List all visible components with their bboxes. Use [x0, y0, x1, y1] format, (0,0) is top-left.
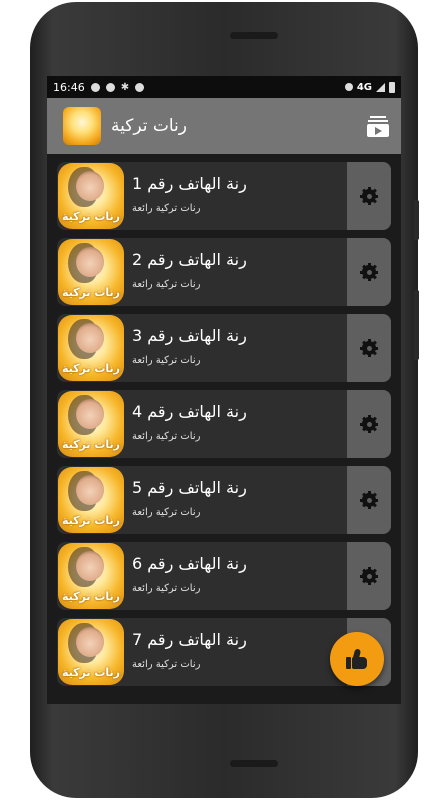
- ringtone-title: رنة الهاتف رقم 5: [132, 478, 247, 497]
- network-type: 4G: [356, 81, 372, 93]
- ringtone-thumbnail: رنات تركية: [58, 391, 124, 457]
- ringtone-info: رنة الهاتف رقم 1 رنات تركية رائعة: [124, 162, 347, 230]
- ringtone-info: رنة الهاتف رقم 5 رنات تركية رائعة: [124, 466, 347, 534]
- speaker-grille-top: [230, 32, 278, 39]
- thumbnail-text: رنات تركية: [61, 210, 120, 223]
- ringtone-thumbnail: رنات تركية: [58, 239, 124, 305]
- ringtone-subtitle: رنات تركية رائعة: [132, 203, 201, 214]
- ringtone-thumbnail: رنات تركية: [58, 163, 124, 229]
- ringtone-title: رنة الهاتف رقم 1: [132, 174, 247, 193]
- gear-icon: [360, 415, 378, 433]
- ringtone-title: رنة الهاتف رقم 7: [132, 630, 247, 649]
- thumbnail-text: رنات تركية: [61, 286, 120, 299]
- ringtone-title: رنة الهاتف رقم 2: [132, 250, 247, 269]
- ringtone-info: رنة الهاتف رقم 4 رنات تركية رائعة: [124, 390, 347, 458]
- gear-icon: [360, 263, 378, 281]
- notification-icon: [90, 82, 100, 92]
- status-bar: 16:46 ✱ 4G: [47, 76, 401, 98]
- power-button: [414, 200, 419, 240]
- ringtone-info: رنة الهاتف رقم 7 رنات تركية رائعة: [124, 618, 347, 686]
- ringtone-card[interactable]: رنات تركية رنة الهاتف رقم 1 رنات تركية رائ…: [57, 162, 391, 230]
- ringtone-subtitle: رنات تركية رائعة: [132, 583, 201, 594]
- thumbnail-text: رنات تركية: [61, 590, 120, 603]
- settings-button[interactable]: [347, 542, 391, 610]
- ringtone-thumbnail: رنات تركية: [58, 619, 124, 685]
- ringtone-title: رنة الهاتف رقم 4: [132, 402, 247, 421]
- battery-icon: [389, 81, 395, 93]
- ringtone-subtitle: رنات تركية رائعة: [132, 431, 201, 442]
- settings-button[interactable]: [347, 162, 391, 230]
- ringtone-title: رنة الهاتف رقم 3: [132, 326, 247, 345]
- ringtone-thumbnail: رنات تركية: [58, 467, 124, 533]
- ringtone-title: رنة الهاتف رقم 6: [132, 554, 247, 573]
- data-saver-icon: [135, 82, 145, 92]
- ringtone-card[interactable]: رنات تركية رنة الهاتف رقم 4 رنات تركية رائ…: [57, 390, 391, 458]
- thumbnail-text: رنات تركية: [61, 514, 120, 527]
- bluetooth-icon: ✱: [120, 81, 130, 93]
- ringtone-subtitle: رنات تركية رائعة: [132, 507, 201, 518]
- ringtone-info: رنة الهاتف رقم 3 رنات تركية رائعة: [124, 314, 347, 382]
- ringtone-list: رنات تركية رنة الهاتف رقم 1 رنات تركية رائ…: [47, 154, 401, 686]
- ringtone-thumbnail: رنات تركية: [58, 543, 124, 609]
- settings-button[interactable]: [347, 466, 391, 534]
- thumbs-up-icon: [346, 648, 368, 669]
- ringtone-subtitle: رنات تركية رائعة: [132, 659, 201, 670]
- status-time: 16:46: [53, 80, 85, 94]
- thumbnail-text: رنات تركية: [61, 438, 120, 451]
- speaker-grille-bottom: [230, 760, 278, 767]
- gear-icon: [360, 567, 378, 585]
- settings-button[interactable]: [347, 314, 391, 382]
- gear-icon: [360, 187, 378, 205]
- app-bar: رنات تركية: [47, 98, 401, 154]
- app-title: رنات تركية: [111, 116, 187, 136]
- ringtone-card[interactable]: رنات تركية رنة الهاتف رقم 5 رنات تركية رائ…: [57, 466, 391, 534]
- ringtone-card[interactable]: رنات تركية رنة الهاتف رقم 3 رنات تركية رائ…: [57, 314, 391, 382]
- app-logo-icon: [63, 107, 101, 145]
- settings-button[interactable]: [347, 390, 391, 458]
- ringtone-info: رنة الهاتف رقم 6 رنات تركية رائعة: [124, 542, 347, 610]
- ringtone-card[interactable]: رنات تركية رنة الهاتف رقم 6 رنات تركية رائ…: [57, 542, 391, 610]
- settings-button[interactable]: [347, 238, 391, 306]
- screen: 16:46 ✱ 4G رنات تركية رنات تركية رنة الها…: [47, 76, 401, 704]
- thumbnail-text: رنات تركية: [61, 362, 120, 375]
- volume-button: [414, 290, 419, 360]
- ringtone-info: رنة الهاتف رقم 2 رنات تركية رائعة: [124, 238, 347, 306]
- signal-icon: [376, 82, 385, 92]
- gear-icon: [360, 339, 378, 357]
- ringtone-thumbnail: رنات تركية: [58, 315, 124, 381]
- ringtone-card[interactable]: رنات تركية رنة الهاتف رقم 2 رنات تركية رائ…: [57, 238, 391, 306]
- gear-icon: [360, 491, 378, 509]
- like-fab[interactable]: [330, 632, 384, 686]
- ringtone-subtitle: رنات تركية رائعة: [132, 279, 201, 290]
- playlist-play-icon[interactable]: [367, 114, 391, 138]
- ringtone-subtitle: رنات تركية رائعة: [132, 355, 201, 366]
- sync-icon: [105, 82, 115, 92]
- hotspot-icon: [344, 83, 353, 91]
- thumbnail-text: رنات تركية: [61, 666, 120, 679]
